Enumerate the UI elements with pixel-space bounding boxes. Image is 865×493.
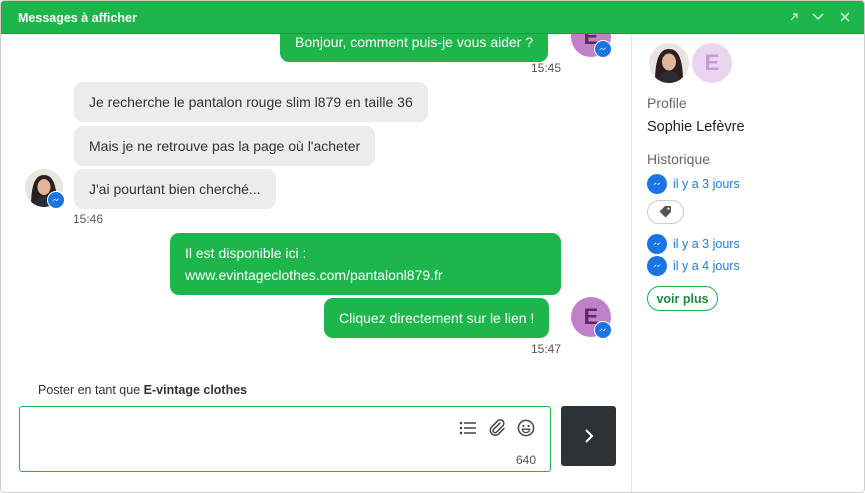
messages-window: Messages à afficher Bonjour, comment pui… (0, 0, 865, 493)
poster-name: E-vintage clothes (143, 383, 248, 397)
see-more-button[interactable]: voir plus (647, 286, 718, 311)
message-input[interactable] (26, 413, 446, 463)
messenger-icon (647, 234, 667, 254)
messenger-icon (647, 256, 667, 276)
messenger-icon (647, 174, 667, 194)
expand-icon[interactable] (786, 9, 802, 25)
history-item[interactable]: il y a 4 jours (647, 256, 740, 276)
message-incoming: J'ai pourtant bien cherché... (74, 169, 276, 209)
conversation-panel: Bonjour, comment puis-je vous aider ? E … (1, 34, 632, 492)
message-composer: 640 (19, 406, 551, 472)
message-time: 15:47 (531, 342, 562, 356)
title-bar: Messages à afficher (1, 1, 864, 34)
message-time: 15:46 (73, 212, 104, 226)
list-icon[interactable] (458, 418, 478, 438)
profile-name: Sophie Lefèvre (647, 119, 745, 135)
history-time[interactable]: il y a 4 jours (673, 259, 740, 273)
customer-avatar-large (649, 43, 689, 83)
tag-button[interactable] (647, 200, 684, 224)
character-counter: 640 (515, 453, 536, 467)
contact-sidebar: E Profile Sophie Lefèvre Historique il y… (633, 34, 864, 492)
message-time: 15:45 (531, 61, 562, 75)
message-text: Je recherche le pantalon rouge slim l879… (89, 94, 413, 110)
messenger-icon (594, 40, 612, 58)
message-incoming: Mais je ne retrouve pas la page où l'ach… (74, 126, 376, 166)
message-text: Mais je ne retrouve pas la page où l'ach… (89, 138, 361, 154)
message-text-line: Il est disponible ici : (185, 245, 307, 261)
history-time[interactable]: il y a 3 jours (673, 237, 740, 251)
message-incoming: Je recherche le pantalon rouge slim l879… (74, 82, 428, 122)
close-icon[interactable] (837, 9, 853, 25)
message-text: Bonjour, comment puis-je vous aider ? (295, 34, 534, 50)
poster-as-line: Poster en tant que E-vintage clothes (38, 383, 247, 397)
history-label: Historique (647, 151, 711, 167)
poster-prefix: Poster en tant que (38, 383, 141, 397)
collapse-icon[interactable] (810, 9, 826, 25)
message-outgoing: Cliquez directement sur le lien ! (324, 298, 550, 338)
window-title: Messages à afficher (18, 11, 137, 25)
history-item[interactable]: il y a 3 jours (647, 174, 740, 194)
history-item[interactable]: il y a 3 jours (647, 234, 740, 254)
message-text: J'ai pourtant bien cherché... (89, 181, 261, 197)
agent-avatar-light: E (692, 43, 732, 83)
emoji-icon[interactable] (516, 418, 536, 438)
agent-avatar-letter: E (704, 50, 720, 75)
send-chevron-icon (584, 429, 593, 443)
messenger-icon (594, 321, 612, 339)
profile-label: Profile (647, 95, 687, 111)
messenger-icon (47, 191, 65, 209)
message-text: Cliquez directement sur le lien ! (339, 310, 535, 326)
message-outgoing: Il est disponible ici : www.evintageclot… (170, 233, 561, 295)
send-button[interactable] (561, 406, 616, 466)
attach-icon[interactable] (487, 418, 507, 438)
history-time[interactable]: il y a 3 jours (673, 177, 740, 191)
message-outgoing: Bonjour, comment puis-je vous aider ? (280, 34, 549, 62)
tag-icon (659, 206, 671, 218)
message-link[interactable]: www.evintageclothes.com/pantalonl879.fr (185, 264, 546, 286)
